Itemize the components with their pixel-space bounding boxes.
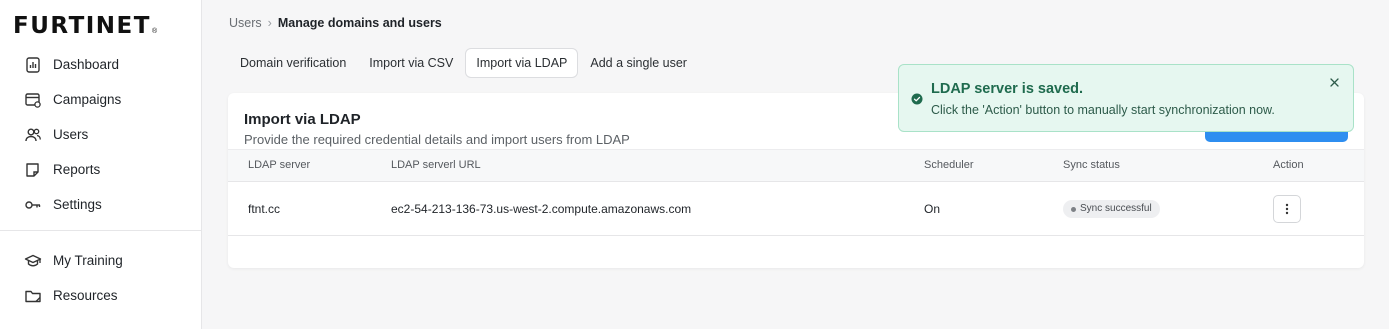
column-header-ldap-url: LDAP serverl URL xyxy=(391,159,481,171)
sidebar-item-label: Dashboard xyxy=(53,57,120,72)
tab-domain-verification[interactable]: Domain verification xyxy=(229,48,357,78)
registered-mark: ® xyxy=(151,28,158,35)
logo-text: FURTINET xyxy=(13,13,151,39)
cell-ldap-url: ec2-54-213-136-73.us-west-2.compute.amaz… xyxy=(391,202,692,216)
sidebar-item-resources[interactable]: Resources xyxy=(0,278,202,313)
success-check-icon xyxy=(911,93,923,105)
cell-ldap-server: ftnt.cc xyxy=(248,202,281,216)
tab-bar: Domain verification Import via CSV Impor… xyxy=(229,48,699,78)
tab-import-via-csv[interactable]: Import via CSV xyxy=(358,48,464,78)
sidebar-item-users[interactable]: Users xyxy=(0,117,202,152)
column-header-action: Action xyxy=(1273,159,1304,171)
graduation-cap-icon xyxy=(24,252,42,270)
breadcrumb-root-link[interactable]: Users xyxy=(229,16,262,30)
sync-status-text: Sync successful xyxy=(1080,203,1152,214)
cell-scheduler: On xyxy=(924,202,941,216)
sidebar-item-label: Users xyxy=(53,127,89,142)
table-header: LDAP server LDAP serverl URL Scheduler S… xyxy=(228,149,1364,182)
sidebar-item-reports[interactable]: Reports xyxy=(0,152,202,187)
card-subtitle: Provide the required credential details … xyxy=(244,132,630,147)
breadcrumb-separator: › xyxy=(267,16,272,30)
settings-icon xyxy=(24,196,42,214)
row-action-menu-button[interactable] xyxy=(1273,195,1301,223)
column-header-scheduler: Scheduler xyxy=(924,159,974,171)
sidebar-item-label: My Training xyxy=(53,253,123,268)
sidebar-item-settings[interactable]: Settings xyxy=(0,187,202,222)
sidebar-item-label: Resources xyxy=(53,288,118,303)
tab-import-via-ldap[interactable]: Import via LDAP xyxy=(465,48,579,78)
users-icon xyxy=(24,126,42,144)
sidebar-item-campaigns[interactable]: Campaigns xyxy=(0,82,202,117)
ldap-servers-table: LDAP server LDAP serverl URL Scheduler S… xyxy=(228,149,1364,236)
close-icon xyxy=(1329,77,1339,87)
reports-icon xyxy=(24,161,42,179)
sidebar-item-my-training[interactable]: My Training xyxy=(0,243,202,278)
more-vertical-icon xyxy=(1285,203,1289,215)
dashboard-icon xyxy=(24,56,42,74)
status-dot-icon xyxy=(1071,206,1076,212)
table-row: ftnt.cc ec2-54-213-136-73.us-west-2.comp… xyxy=(228,182,1364,236)
breadcrumb-current: Manage domains and users xyxy=(277,16,442,30)
toast-title: LDAP server is saved. xyxy=(931,81,1084,97)
sidebar-item-label: Reports xyxy=(53,162,101,177)
sidebar-item-label: Settings xyxy=(53,197,102,212)
column-header-sync-status: Sync status xyxy=(1063,159,1120,171)
tab-add-single-user[interactable]: Add a single user xyxy=(579,48,698,78)
secondary-nav: My Training Resources xyxy=(0,243,202,313)
toast-message: Click the 'Action' button to manually st… xyxy=(931,103,1275,117)
sidebar-item-label: Campaigns xyxy=(53,92,122,107)
primary-nav: Dashboard Campaigns Users Reports Settin… xyxy=(0,47,202,222)
sidebar: FURTINET ® Dashboard Campaigns Users Rep… xyxy=(0,0,202,329)
fortinet-logo[interactable]: FURTINET ® xyxy=(13,13,157,39)
column-header-ldap-server: LDAP server xyxy=(248,159,311,171)
toast-close-button[interactable] xyxy=(1327,75,1341,89)
breadcrumb: Users › Manage domains and users xyxy=(229,16,442,30)
card-title: Import via LDAP xyxy=(244,111,361,128)
campaigns-icon xyxy=(24,91,42,109)
success-toast: LDAP server is saved. Click the 'Action'… xyxy=(898,64,1354,132)
sync-status-badge: Sync successful xyxy=(1063,200,1160,218)
sidebar-item-dashboard[interactable]: Dashboard xyxy=(0,47,202,82)
sidebar-divider xyxy=(0,230,202,231)
folder-icon xyxy=(24,287,42,305)
